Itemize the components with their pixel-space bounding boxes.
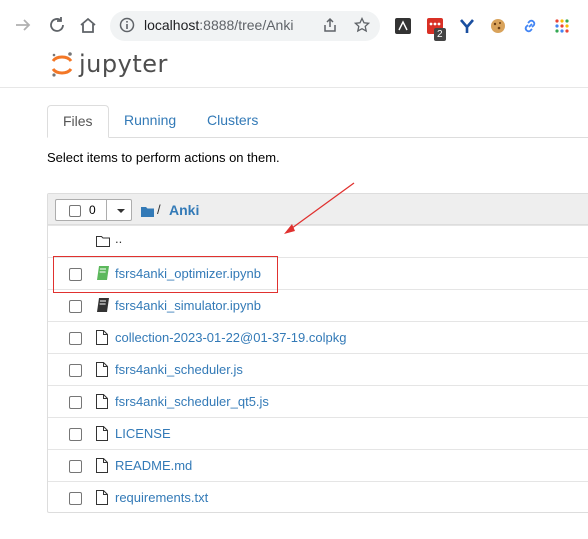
- fork-icon[interactable]: [458, 17, 476, 35]
- file-icon: [96, 458, 110, 474]
- tab-files[interactable]: Files: [47, 105, 109, 138]
- row-checkbox[interactable]: [69, 332, 82, 345]
- list-item[interactable]: README.md: [48, 449, 588, 481]
- list-item[interactable]: requirements.txt: [48, 481, 588, 513]
- arrow-right-icon[interactable]: [12, 14, 34, 36]
- folder-icon[interactable]: [141, 204, 154, 222]
- tab-bar: Files Running Clusters: [47, 105, 588, 138]
- file-list: 0 / Anki .. fsrs4anki_optimizer.ipynb fs…: [47, 193, 588, 513]
- file-link[interactable]: requirements.txt: [115, 490, 208, 505]
- file-link[interactable]: fsrs4anki_scheduler_qt5.js: [115, 394, 269, 409]
- tab-running[interactable]: Running: [109, 105, 191, 138]
- url-path: :8888/tree/Anki: [199, 17, 294, 33]
- file-link[interactable]: fsrs4anki_simulator.ipynb: [115, 298, 261, 313]
- grid-icon[interactable]: [553, 17, 571, 35]
- link-icon[interactable]: [521, 17, 539, 35]
- file-link[interactable]: collection-2023-01-22@01-37-19.colpkg: [115, 330, 346, 345]
- list-item[interactable]: fsrs4anki_scheduler_qt5.js: [48, 385, 588, 417]
- select-all-checkbox[interactable]: [69, 205, 81, 217]
- jupyter-logo-icon[interactable]: [50, 52, 74, 83]
- breadcrumb-separator: /: [157, 202, 161, 217]
- chevron-down-icon[interactable]: [117, 209, 125, 213]
- parent-dir-link[interactable]: ..: [115, 231, 122, 246]
- file-link[interactable]: fsrs4anki_scheduler.js: [115, 362, 243, 377]
- row-checkbox[interactable]: [69, 492, 82, 505]
- terminal-extension-icon[interactable]: [394, 17, 412, 35]
- file-link[interactable]: README.md: [115, 458, 192, 473]
- star-icon[interactable]: [353, 16, 371, 34]
- list-item[interactable]: fsrs4anki_simulator.ipynb: [48, 289, 588, 321]
- row-checkbox[interactable]: [69, 300, 82, 313]
- share-icon[interactable]: [321, 16, 339, 34]
- file-icon: [96, 330, 110, 346]
- select-all-dropdown[interactable]: 0: [55, 199, 132, 221]
- cookie-icon[interactable]: [489, 17, 507, 35]
- selection-hint: Select items to perform actions on them.: [47, 150, 280, 165]
- jupyter-wordmark[interactable]: jupyter: [79, 50, 168, 78]
- breadcrumb-folder[interactable]: Anki: [169, 202, 199, 218]
- file-icon: [96, 490, 110, 506]
- list-item[interactable]: LICENSE: [48, 417, 588, 449]
- selected-count: 0: [89, 203, 96, 217]
- reload-icon[interactable]: [46, 14, 68, 36]
- file-icon: [96, 362, 110, 378]
- dropdown-divider: [106, 200, 107, 220]
- notebook-icon: [96, 298, 110, 314]
- row-checkbox[interactable]: [69, 364, 82, 377]
- file-link[interactable]: LICENSE: [115, 426, 171, 441]
- tab-clusters[interactable]: Clusters: [192, 105, 273, 138]
- url-host: localhost: [144, 17, 200, 33]
- url-text[interactable]: localhost:8888/tree/Anki: [144, 17, 293, 33]
- list-header: 0 / Anki: [48, 194, 588, 225]
- row-checkbox[interactable]: [69, 428, 82, 441]
- file-icon: [96, 394, 110, 410]
- annotation-highlight-box: [53, 256, 278, 293]
- file-icon: [96, 426, 110, 442]
- list-item[interactable]: fsrs4anki_scheduler.js: [48, 353, 588, 385]
- home-icon[interactable]: [77, 14, 99, 36]
- list-item[interactable]: collection-2023-01-22@01-37-19.colpkg: [48, 321, 588, 353]
- info-icon[interactable]: [118, 16, 136, 34]
- row-checkbox[interactable]: [69, 396, 82, 409]
- extension-badge: 2: [434, 28, 446, 41]
- row-checkbox[interactable]: [69, 460, 82, 473]
- folder-outline-icon: [96, 234, 110, 250]
- list-item-parent[interactable]: ..: [48, 225, 588, 257]
